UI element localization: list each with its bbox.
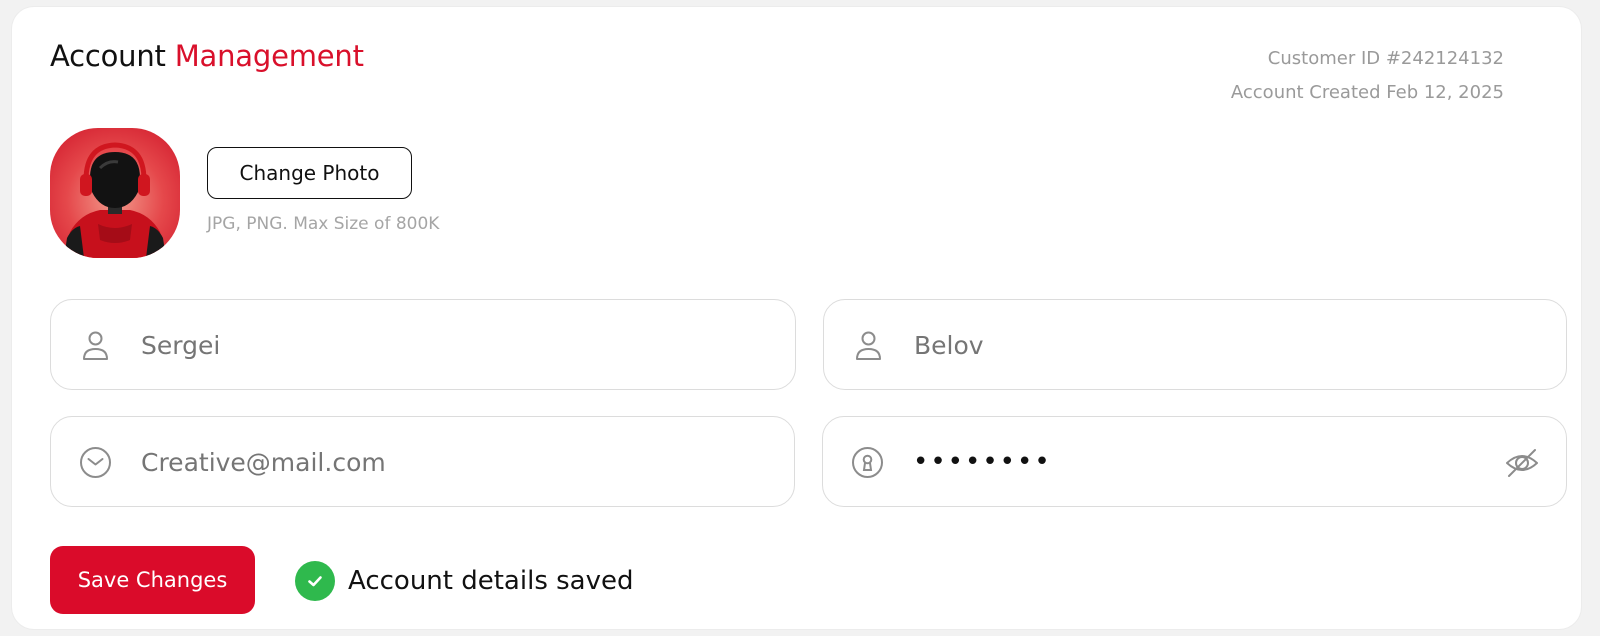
user-icon (852, 329, 885, 362)
first-name-input[interactable] (141, 320, 705, 370)
password-field[interactable] (822, 416, 1567, 507)
save-changes-button[interactable]: Save Changes (50, 546, 255, 614)
avatar (50, 128, 180, 258)
mail-icon (79, 446, 112, 479)
check-icon (295, 561, 335, 601)
robot-avatar-image (64, 142, 166, 258)
lock-icon (851, 446, 884, 479)
account-meta: Customer ID #242124132 Account Created F… (1231, 42, 1504, 110)
save-status: Account details saved (295, 561, 634, 601)
photo-size-hint: JPG, PNG. Max Size of 800K (207, 214, 440, 234)
last-name-field[interactable] (823, 299, 1567, 390)
eye-off-icon[interactable] (1504, 445, 1540, 481)
page-title-accent: Management (174, 39, 364, 73)
change-photo-button[interactable]: Change Photo (207, 147, 412, 199)
email-input[interactable] (141, 437, 704, 487)
user-icon (79, 329, 112, 362)
last-name-input[interactable] (914, 320, 1476, 370)
account-created-date: Account Created Feb 12, 2025 (1230, 82, 1504, 103)
first-name-field[interactable] (50, 299, 796, 390)
email-field[interactable] (50, 416, 795, 507)
password-input[interactable] (913, 437, 1476, 487)
customer-id: Customer ID #242124132 (1267, 48, 1504, 69)
account-card: Account Management Customer ID #24212413… (12, 7, 1581, 629)
page-title-main: Account (50, 39, 166, 73)
save-status-text: Account details saved (348, 566, 634, 596)
page-title: Account Management (50, 39, 364, 73)
